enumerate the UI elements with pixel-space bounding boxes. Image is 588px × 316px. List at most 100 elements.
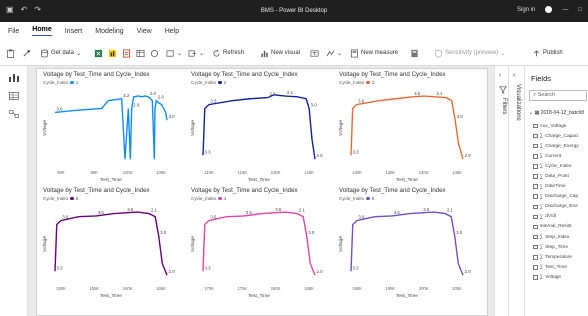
field-checkbox[interactable] [533, 214, 538, 220]
report-view-icon[interactable] [9, 74, 19, 82]
dataverse-button[interactable] [150, 47, 159, 59]
sensitivity-button[interactable]: Sensitivity (preview) ⌄ [434, 47, 505, 59]
voltage-chart-4[interactable]: Voltage by Test_Time and Cycle_Index Cyc… [41, 187, 179, 300]
data-label: 3.0 [457, 114, 464, 119]
field-item[interactable]: ∑ Data_Point [533, 171, 579, 181]
sigma-icon: ∑ [539, 153, 544, 160]
data-label: 3.6 [98, 210, 105, 215]
text-box-icon [310, 49, 319, 57]
collapse-chevron-icon[interactable]: ‹ [513, 72, 515, 79]
field-checkbox[interactable] [533, 143, 538, 149]
x-tick-label: 160K [123, 286, 133, 291]
collapse-chevron-icon[interactable]: ‹ [499, 72, 501, 79]
field-item[interactable]: ∑ Discharge_Ene [533, 202, 579, 212]
new-measure-button[interactable]: New measure [350, 47, 398, 59]
enter-data-button[interactable] [136, 47, 145, 59]
new-visual-button[interactable]: New visual [260, 47, 300, 59]
field-checkbox[interactable] [533, 204, 538, 210]
clipboard-icon [6, 48, 15, 58]
voltage-chart-1[interactable]: Voltage by Test_Time and Cycle_Index Cyc… [41, 71, 179, 184]
table-node[interactable]: ⌄ ▦ 2018-04-12_batch8 [529, 110, 584, 116]
dataset-button[interactable] [108, 47, 117, 59]
field-item[interactable]: ∑ Test_Time [533, 262, 579, 272]
field-item[interactable]: Internal_Resist [533, 222, 579, 232]
transform-data-button[interactable]: ⌄ [188, 47, 204, 59]
tab-help[interactable]: Help [165, 28, 179, 35]
voltage-chart-5[interactable]: Voltage by Test_Time and Cycle_Index Cyc… [189, 187, 327, 300]
field-item[interactable]: ∑ DateTime [533, 182, 579, 192]
quick-measure-button[interactable] [410, 47, 419, 59]
y-axis-label: Voltage [190, 120, 196, 136]
x-tick-label: 125K [304, 170, 314, 175]
field-item[interactable]: ∑ dV/dt [533, 212, 579, 222]
recent-sources-button[interactable]: ⌄ [166, 47, 182, 59]
tab-file[interactable]: File [8, 28, 19, 35]
get-data-button[interactable]: Get data ⌄ [40, 47, 81, 59]
tab-view[interactable]: View [137, 28, 152, 35]
sql-button[interactable] [122, 47, 131, 59]
field-item[interactable]: ∑ Temperature [533, 252, 579, 262]
tab-insert[interactable]: Insert [65, 28, 83, 35]
field-checkbox[interactable] [533, 265, 538, 270]
data-view-icon[interactable] [9, 92, 19, 100]
field-checkbox[interactable] [533, 244, 538, 250]
excel-button[interactable] [94, 47, 103, 59]
maximize-button[interactable]: □ [578, 7, 582, 13]
refresh-button[interactable]: Refresh [212, 47, 244, 59]
data-label: 3.6 [127, 207, 134, 212]
field-name: Charge_Energy [545, 143, 579, 149]
avatar[interactable] [545, 6, 553, 13]
field-checkbox[interactable] [533, 154, 538, 159]
field-item[interactable]: ∑ Charge_Energy [533, 141, 579, 151]
visualizations-pane-collapsed[interactable]: ‹ Visualizations [508, 66, 524, 316]
x-tick-label: 175K [237, 286, 247, 291]
report-page[interactable]: Voltage by Test_Time and Cycle_Index Cyc… [36, 68, 488, 316]
more-visuals-button[interactable]: ⌄ [326, 47, 342, 59]
voltage-chart-2[interactable]: Voltage by Test_Time and Cycle_Index Cyc… [189, 71, 327, 184]
field-checkbox[interactable] [533, 184, 538, 189]
field-checkbox[interactable] [533, 234, 538, 240]
fields-search-input[interactable]: ⌕ Search [529, 90, 587, 101]
field-checkbox[interactable] [533, 275, 538, 280]
legend-dot [366, 196, 370, 201]
field-checkbox[interactable] [533, 194, 538, 199]
field-item[interactable]: ∑ Current [533, 151, 579, 161]
tab-modeling[interactable]: Modeling [95, 28, 123, 35]
sigma-icon: ∑ [539, 193, 544, 200]
x-tick-label: 150K [56, 286, 66, 291]
data-label: 3.3 [353, 149, 360, 154]
field-item[interactable]: ∑ Discharge_Cap [533, 192, 579, 202]
data-label: 3.6 [62, 215, 69, 220]
sign-in-link[interactable]: Sign in [517, 7, 535, 13]
publish-button[interactable]: Publish [532, 47, 563, 59]
x-tick-label: 100K [123, 170, 133, 175]
field-checkbox[interactable] [533, 164, 538, 169]
field-item[interactable]: ∑ Step_Index [533, 232, 579, 242]
field-name: Step_Time [545, 244, 569, 250]
field-item[interactable]: ∑ Cycle_Index [533, 161, 579, 171]
field-checkbox[interactable] [533, 123, 538, 129]
field-checkbox[interactable] [533, 224, 538, 230]
data-label: 3.3 [205, 149, 212, 154]
field-checkbox[interactable] [533, 133, 538, 139]
format-painter-button[interactable] [22, 47, 31, 59]
field-checkbox[interactable] [533, 255, 538, 260]
field-item[interactable]: ∑ Voltage [533, 272, 579, 282]
voltage-chart-3[interactable]: Voltage by Test_Time and Cycle_Index Cyc… [337, 71, 475, 184]
field-item[interactable]: ∑ Step_Time [533, 242, 579, 252]
data-label: 3.0 [456, 230, 463, 235]
text-box-button[interactable] [310, 47, 319, 59]
voltage-chart-6[interactable]: Voltage by Test_Time and Cycle_Index Cyc… [337, 187, 475, 300]
refresh-label: Refresh [223, 50, 245, 56]
model-view-icon[interactable] [9, 110, 19, 118]
paste-button[interactable] [6, 47, 15, 59]
title-bar: ▣ ↶ ↷ BMS - Power BI Desktop Sign in — □ [0, 0, 588, 22]
field-item[interactable]: Aux_Voltage [533, 121, 579, 131]
data-label: 3.0 [160, 230, 167, 235]
field-checkbox[interactable] [533, 174, 538, 179]
x-tick-label: 140K [419, 170, 429, 175]
x-tick-label: 110K [204, 170, 214, 175]
tab-home[interactable]: Home [32, 26, 52, 36]
minimize-button[interactable]: — [562, 7, 568, 13]
field-item[interactable]: ∑ Charge_Capaci [533, 131, 579, 141]
